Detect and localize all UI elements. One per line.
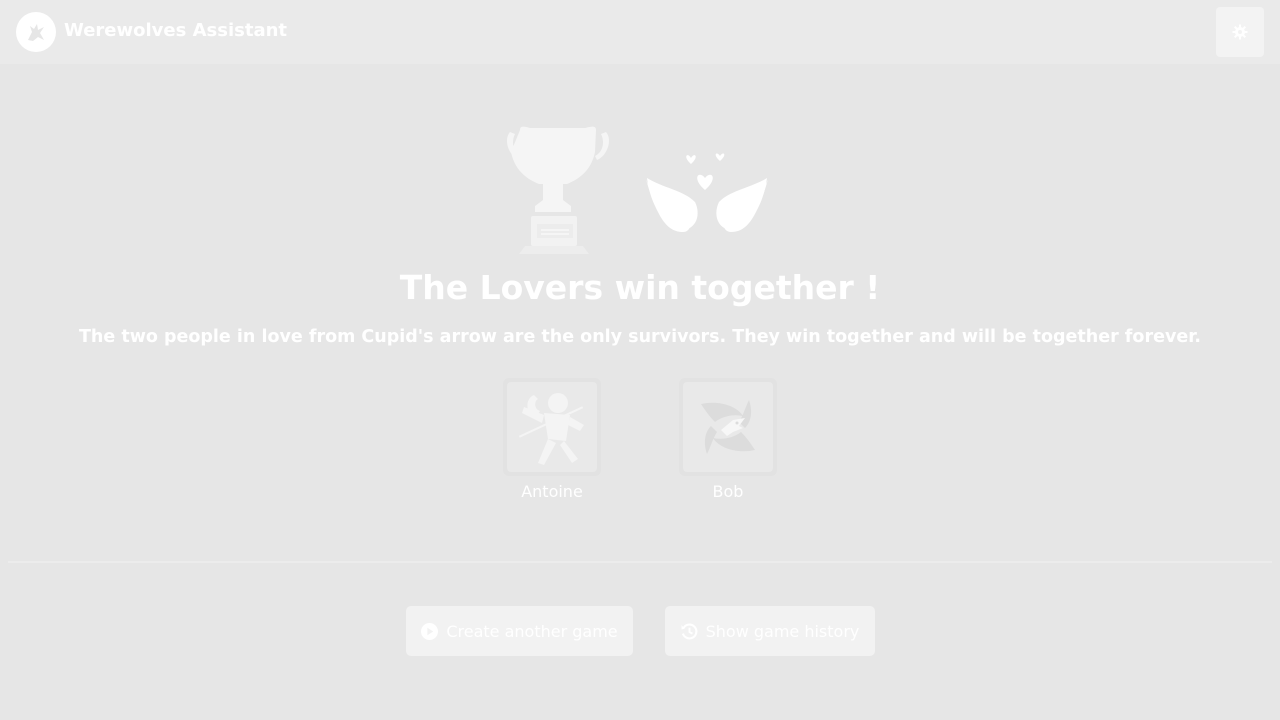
settings-button[interactable]: [1216, 7, 1264, 57]
show-game-history-button[interactable]: Show game history: [665, 606, 875, 656]
navbar: Werewolves Assistant: [0, 0, 1280, 64]
cupid-icon: [507, 382, 597, 472]
gear-icon: [1232, 24, 1248, 40]
show-game-history-label: Show game history: [705, 621, 860, 641]
player-card-bob[interactable]: Bob: [678, 378, 778, 501]
result-icons: [505, 122, 775, 257]
player-role-frame: [503, 378, 601, 476]
history-icon: [681, 623, 698, 639]
trophy-icon: [506, 126, 610, 254]
create-another-game-button[interactable]: Create another game: [406, 606, 633, 656]
player-name: Bob: [712, 482, 744, 501]
result-title: The Lovers win together !: [399, 268, 881, 307]
player-role-frame: [679, 378, 777, 476]
player-name: Antoine: [521, 482, 583, 501]
result-description: The two people in love from Cupid's arro…: [78, 327, 1202, 347]
lovebirds-icon: [645, 153, 769, 232]
play-circle-icon: [421, 622, 439, 640]
create-another-game-label: Create another game: [446, 621, 618, 641]
werewolf-icon: [683, 382, 773, 472]
divider: [8, 561, 1272, 563]
player-card-antoine[interactable]: Antoine: [502, 378, 602, 501]
wolf-howling-icon[interactable]: [16, 12, 56, 52]
app-title[interactable]: Werewolves Assistant: [64, 20, 287, 41]
